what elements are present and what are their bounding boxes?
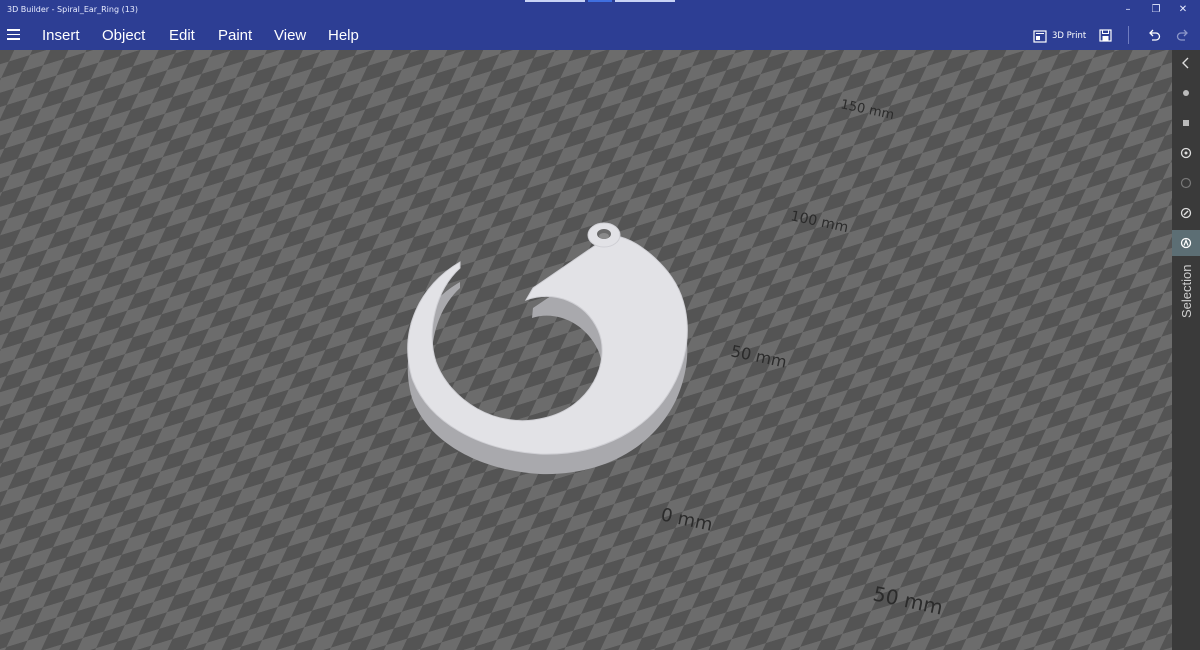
close-icon[interactable]: ✕ xyxy=(1172,2,1194,18)
menu-insert[interactable]: Insert xyxy=(42,27,80,44)
title-bar: 3D Builder - Spiral_Ear_Ring (13) – ❐ ✕ xyxy=(0,0,1200,20)
rotate-icon xyxy=(1183,120,1189,126)
menu-view[interactable]: View xyxy=(274,27,306,44)
build-plate[interactable]: 150 mm 100 mm 50 mm 0 mm 50 mm xyxy=(0,50,1172,650)
window-title: 3D Builder - Spiral_Ear_Ring (13) xyxy=(7,5,138,14)
paint-tool-button[interactable] xyxy=(1172,200,1200,226)
title-indicator xyxy=(525,0,585,2)
scale-icon xyxy=(1180,147,1192,159)
minimize-icon[interactable]: – xyxy=(1117,2,1139,18)
title-indicator xyxy=(615,0,675,2)
3d-print-button[interactable]: 3D Print xyxy=(1033,28,1086,44)
undo-button[interactable] xyxy=(1145,26,1163,44)
3d-print-label: 3D Print xyxy=(1052,31,1087,41)
scale-tool-button[interactable] xyxy=(1172,140,1200,166)
circle-icon xyxy=(1180,177,1192,189)
menu-object[interactable]: Object xyxy=(102,27,145,44)
undo-icon xyxy=(1149,29,1161,41)
redo-button[interactable] xyxy=(1174,26,1192,44)
collapse-panel-button[interactable] xyxy=(1172,50,1200,76)
menu-paint[interactable]: Paint xyxy=(218,27,252,44)
select-tool-button[interactable] xyxy=(1172,80,1200,106)
chevron-left-icon xyxy=(1182,57,1189,69)
redo-icon xyxy=(1176,29,1188,41)
save-button[interactable] xyxy=(1096,26,1114,44)
paint-icon xyxy=(1180,207,1192,219)
hamburger-icon[interactable] xyxy=(7,29,20,41)
circle-tool-button[interactable] xyxy=(1172,170,1200,196)
3d-viewport[interactable]: 150 mm 100 mm 50 mm 0 mm 50 mm xyxy=(0,50,1172,650)
menu-help[interactable]: Help xyxy=(328,27,359,44)
side-panel: Selection xyxy=(1172,50,1200,650)
move-icon xyxy=(1183,90,1189,96)
save-icon xyxy=(1098,28,1112,42)
printer-icon xyxy=(1033,29,1047,43)
rotate-tool-button[interactable] xyxy=(1172,110,1200,136)
selection-panel-label[interactable]: Selection xyxy=(1179,228,1194,318)
menu-bar: Insert Object Edit Paint View Help 3D Pr… xyxy=(0,20,1200,50)
restore-icon[interactable]: ❐ xyxy=(1145,2,1167,18)
toolbar-separator xyxy=(1128,26,1129,44)
grid-floor xyxy=(0,50,1172,650)
title-indicator-active xyxy=(588,0,612,2)
menu-edit[interactable]: Edit xyxy=(169,27,195,44)
